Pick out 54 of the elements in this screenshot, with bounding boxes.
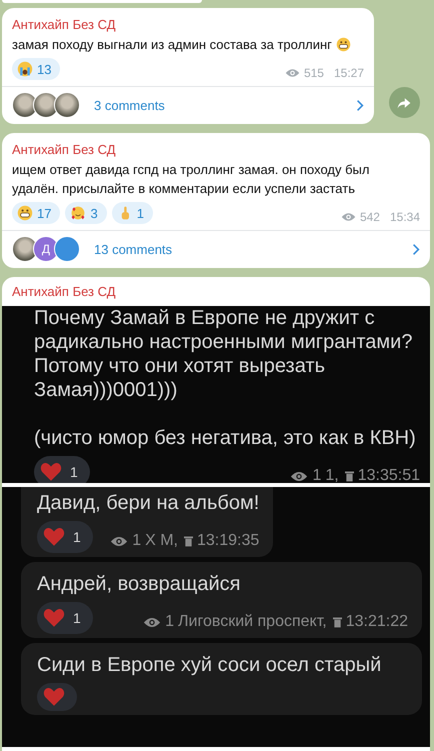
signature: 1,: [325, 466, 339, 483]
message-text: Давид, бери на альбом!: [37, 491, 260, 515]
eye-icon: [340, 212, 356, 222]
eye-icon: [110, 536, 128, 546]
view-count: 542: [360, 210, 380, 224]
eye-icon: [284, 68, 300, 78]
reaction-chip: 1: [34, 456, 90, 483]
message-time: 13:35:51: [358, 466, 420, 483]
signature: Х М,: [145, 531, 178, 551]
reaction-chip[interactable]: 3: [65, 202, 107, 224]
message-text: ищем ответ давида гспд на троллинг замая. он походу был удалён. присылайте в комментарии если успели застать: [12, 162, 370, 196]
message-text: Андрей, возвращайся: [37, 572, 242, 596]
avatar: Д: [33, 236, 59, 262]
heart-icon: [43, 527, 65, 547]
message-time: 15:27: [334, 66, 364, 80]
grin-emoji-icon: [17, 205, 33, 221]
channel-name[interactable]: Антихайп Без СД: [2, 141, 430, 158]
channel-name[interactable]: Антихайп Без СД: [2, 16, 374, 33]
comments-button[interactable]: 3 comments: [2, 86, 374, 124]
comments-button[interactable]: Д 13 comments: [2, 230, 430, 268]
view-count: 1: [132, 531, 142, 551]
heart-icon: [43, 687, 65, 707]
heart-icon: [40, 462, 62, 482]
crying-emoji-icon: [17, 61, 33, 77]
reaction-chip[interactable]: 13: [12, 58, 60, 80]
hearts-emoji-icon: [70, 205, 86, 221]
avatar: [12, 92, 38, 118]
trash-icon: [332, 616, 342, 628]
avatar: [33, 92, 59, 118]
view-count: 1: [312, 466, 322, 483]
chevron-icon: [356, 98, 364, 112]
eye-icon: [143, 616, 162, 628]
reaction-chip[interactable]: 17: [12, 202, 60, 224]
view-count: 1: [165, 612, 174, 632]
message-time: 13:21:22: [346, 612, 408, 632]
signature: Лиговский проспект,: [178, 612, 327, 632]
message-time: 15:34: [390, 210, 420, 224]
reaction-chip: 1: [37, 521, 93, 553]
message-text: Почему Замай в Европе не дружит с радикально настроенными мигрантами? Потому что они хотят вырезать Замая)))0001))) (чисто юмор без негатива, это как в КВН): [34, 306, 417, 450]
reaction-chip: 1: [37, 602, 93, 634]
chevron-icon: [412, 242, 420, 256]
message-text: замая походу выгнали из админ состава за троллинг: [12, 37, 332, 52]
message-text: Сиди в Европе хуй соси осел старый: [37, 653, 382, 677]
share-button[interactable]: [388, 87, 420, 118]
avatar: [54, 92, 80, 118]
channel-name[interactable]: Антихайп Без СД: [2, 283, 430, 306]
trash-icon: [184, 535, 193, 547]
trash-icon: [344, 470, 354, 482]
heart-icon: [43, 608, 65, 628]
eye-icon: [290, 470, 308, 482]
reaction-chip[interactable]: 1: [112, 202, 153, 224]
message-time: 13:19:35: [197, 531, 260, 551]
avatar: [12, 236, 38, 262]
view-count: 515: [304, 66, 324, 80]
